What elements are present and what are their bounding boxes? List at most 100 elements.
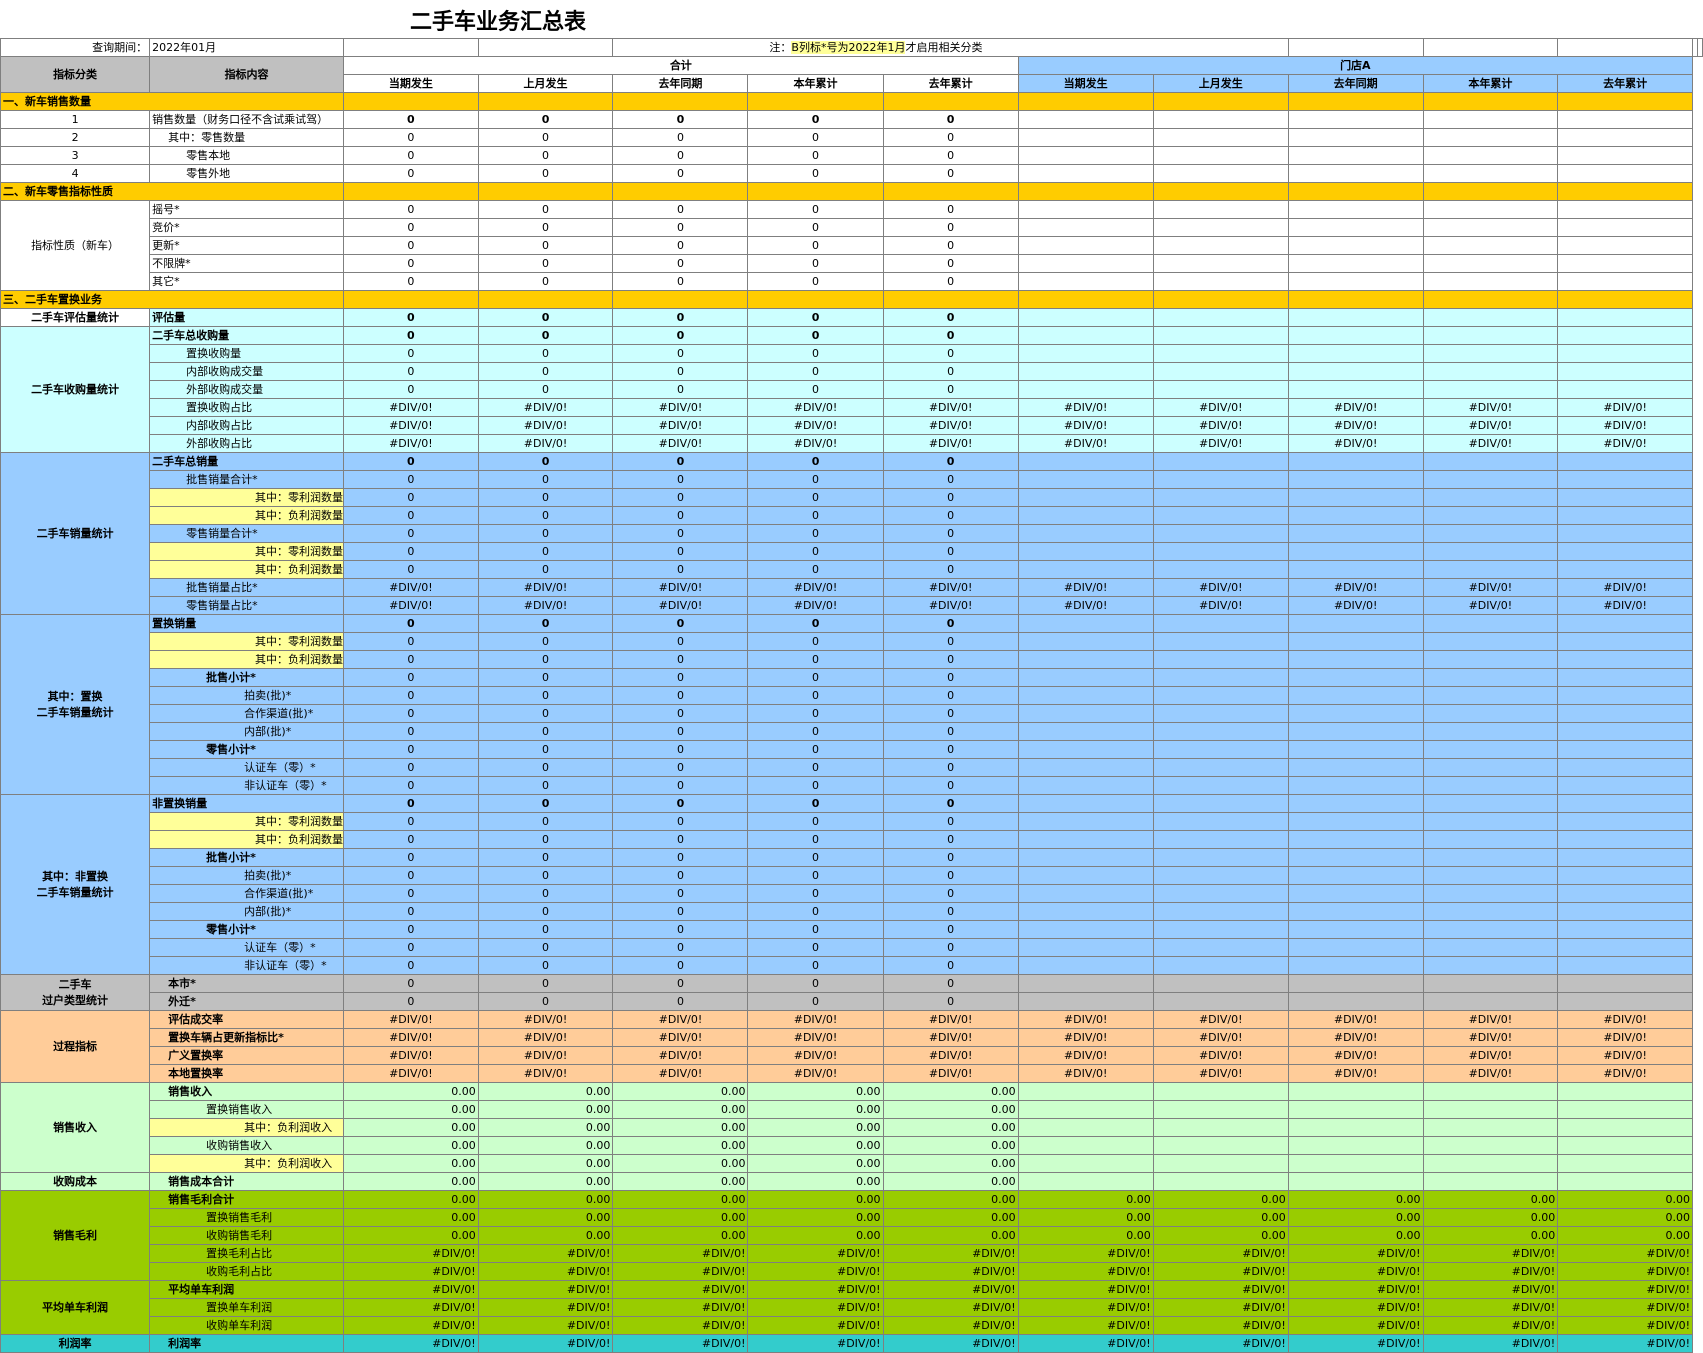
value-cell[interactable] xyxy=(1287,524,1424,543)
row-label[interactable]: 置换销量 xyxy=(149,614,344,633)
value-cell[interactable] xyxy=(1152,974,1289,993)
value-cell[interactable]: #DIV/0! xyxy=(477,1028,614,1047)
value-cell[interactable] xyxy=(1152,920,1289,939)
value-cell[interactable]: 0 xyxy=(343,326,479,345)
value-cell[interactable] xyxy=(1017,884,1154,903)
value-cell[interactable]: #DIV/0! xyxy=(612,578,749,597)
value-cell[interactable]: #DIV/0! xyxy=(747,1316,884,1335)
value-cell[interactable]: 0 xyxy=(747,902,884,921)
value-cell[interactable]: 0.00 xyxy=(747,1172,884,1191)
value-cell[interactable]: #DIV/0! xyxy=(1422,596,1559,615)
value-cell[interactable] xyxy=(1017,1172,1154,1191)
value-cell[interactable] xyxy=(1287,308,1424,327)
value-cell[interactable] xyxy=(1422,326,1559,345)
value-cell[interactable] xyxy=(1017,1082,1154,1101)
value-cell[interactable] xyxy=(1422,956,1559,975)
value-cell[interactable]: 0 xyxy=(343,380,479,399)
cell[interactable] xyxy=(1287,182,1424,201)
row-label[interactable]: 其中：负利润数量 xyxy=(149,650,344,669)
value-cell[interactable] xyxy=(1287,920,1424,939)
value-cell[interactable]: #DIV/0! xyxy=(747,596,884,615)
value-cell[interactable]: 0 xyxy=(882,344,1019,363)
value-cell[interactable] xyxy=(1422,128,1559,147)
value-cell[interactable]: 0 xyxy=(343,938,479,957)
row-label[interactable]: 置换销售毛利 xyxy=(149,1208,344,1227)
value-cell[interactable]: #DIV/0! xyxy=(747,398,884,417)
value-cell[interactable]: 0 xyxy=(477,830,614,849)
value-cell[interactable] xyxy=(1152,758,1289,777)
row-label[interactable]: 其中：负利润数量 xyxy=(149,560,344,579)
value-cell[interactable]: #DIV/0! xyxy=(1557,1280,1693,1299)
value-cell[interactable] xyxy=(1422,848,1559,867)
value-cell[interactable]: 0 xyxy=(747,650,884,669)
value-cell[interactable] xyxy=(1017,1100,1154,1119)
row-label[interactable]: 评估量 xyxy=(149,308,344,327)
value-cell[interactable] xyxy=(1287,632,1424,651)
value-cell[interactable]: 0 xyxy=(747,938,884,957)
value-cell[interactable]: #DIV/0! xyxy=(1152,1028,1289,1047)
cell[interactable] xyxy=(343,290,479,309)
value-cell[interactable]: 0.00 xyxy=(1017,1208,1154,1227)
value-cell[interactable]: #DIV/0! xyxy=(612,416,749,435)
value-cell[interactable] xyxy=(1422,758,1559,777)
value-cell[interactable]: #DIV/0! xyxy=(1422,1280,1559,1299)
value-cell[interactable] xyxy=(1287,1100,1424,1119)
value-cell[interactable]: #DIV/0! xyxy=(1422,1262,1559,1281)
value-cell[interactable] xyxy=(1017,794,1154,813)
value-cell[interactable]: 0 xyxy=(343,884,479,903)
value-cell[interactable]: 0 xyxy=(612,560,749,579)
value-cell[interactable]: 0 xyxy=(477,164,614,183)
value-cell[interactable] xyxy=(1557,758,1693,777)
header-col-b[interactable]: 指标内容 xyxy=(149,56,344,93)
value-cell[interactable]: 0 xyxy=(343,848,479,867)
value-cell[interactable]: 0.00 xyxy=(882,1082,1019,1101)
value-cell[interactable]: 0 xyxy=(882,650,1019,669)
value-cell[interactable]: 0 xyxy=(477,506,614,525)
cell[interactable] xyxy=(1287,38,1424,57)
value-cell[interactable] xyxy=(1422,992,1559,1011)
value-cell[interactable] xyxy=(1557,380,1693,399)
value-cell[interactable]: #DIV/0! xyxy=(1017,434,1154,453)
row-label[interactable]: 内部收购成交量 xyxy=(149,362,344,381)
cell[interactable] xyxy=(1422,38,1559,57)
value-cell[interactable]: #DIV/0! xyxy=(1017,578,1154,597)
value-cell[interactable]: #DIV/0! xyxy=(612,1046,749,1065)
cell[interactable] xyxy=(1017,290,1154,309)
value-cell[interactable] xyxy=(1422,470,1559,489)
value-cell[interactable]: #DIV/0! xyxy=(612,1064,749,1083)
value-cell[interactable] xyxy=(1152,362,1289,381)
value-cell[interactable]: 0.00 xyxy=(882,1118,1019,1137)
value-cell[interactable]: #DIV/0! xyxy=(1422,398,1559,417)
value-cell[interactable]: 0 xyxy=(882,488,1019,507)
value-cell[interactable]: 0 xyxy=(343,776,479,795)
row-label[interactable]: 置换销售收入 xyxy=(149,1100,344,1119)
value-cell[interactable]: 0 xyxy=(882,740,1019,759)
value-cell[interactable]: 0 xyxy=(882,524,1019,543)
value-cell[interactable]: 0 xyxy=(747,866,884,885)
value-cell[interactable]: #DIV/0! xyxy=(1287,578,1424,597)
value-cell[interactable]: 0 xyxy=(343,254,479,273)
value-cell[interactable]: #DIV/0! xyxy=(882,1046,1019,1065)
value-cell[interactable]: #DIV/0! xyxy=(1152,1262,1289,1281)
value-cell[interactable] xyxy=(1422,812,1559,831)
value-cell[interactable] xyxy=(1557,1154,1693,1173)
value-cell[interactable]: #DIV/0! xyxy=(343,1298,479,1317)
value-cell[interactable] xyxy=(1422,380,1559,399)
value-cell[interactable] xyxy=(1287,128,1424,147)
value-cell[interactable] xyxy=(1287,686,1424,705)
value-cell[interactable]: 0 xyxy=(747,992,884,1011)
value-cell[interactable]: 0 xyxy=(747,884,884,903)
value-cell[interactable]: #DIV/0! xyxy=(1287,416,1424,435)
value-cell[interactable]: #DIV/0! xyxy=(1557,1316,1693,1335)
value-cell[interactable]: #DIV/0! xyxy=(1152,434,1289,453)
value-cell[interactable]: #DIV/0! xyxy=(1017,596,1154,615)
value-cell[interactable]: #DIV/0! xyxy=(747,1064,884,1083)
value-cell[interactable] xyxy=(1287,470,1424,489)
section-header[interactable]: 一、新车销售数量 xyxy=(0,92,344,111)
value-cell[interactable]: #DIV/0! xyxy=(1422,1316,1559,1335)
value-cell[interactable]: 0.00 xyxy=(1152,1208,1289,1227)
value-cell[interactable]: 0 xyxy=(612,452,749,471)
value-cell[interactable]: 0 xyxy=(882,308,1019,327)
value-cell[interactable] xyxy=(1017,902,1154,921)
row-label[interactable]: 本地置换率 xyxy=(149,1064,344,1083)
